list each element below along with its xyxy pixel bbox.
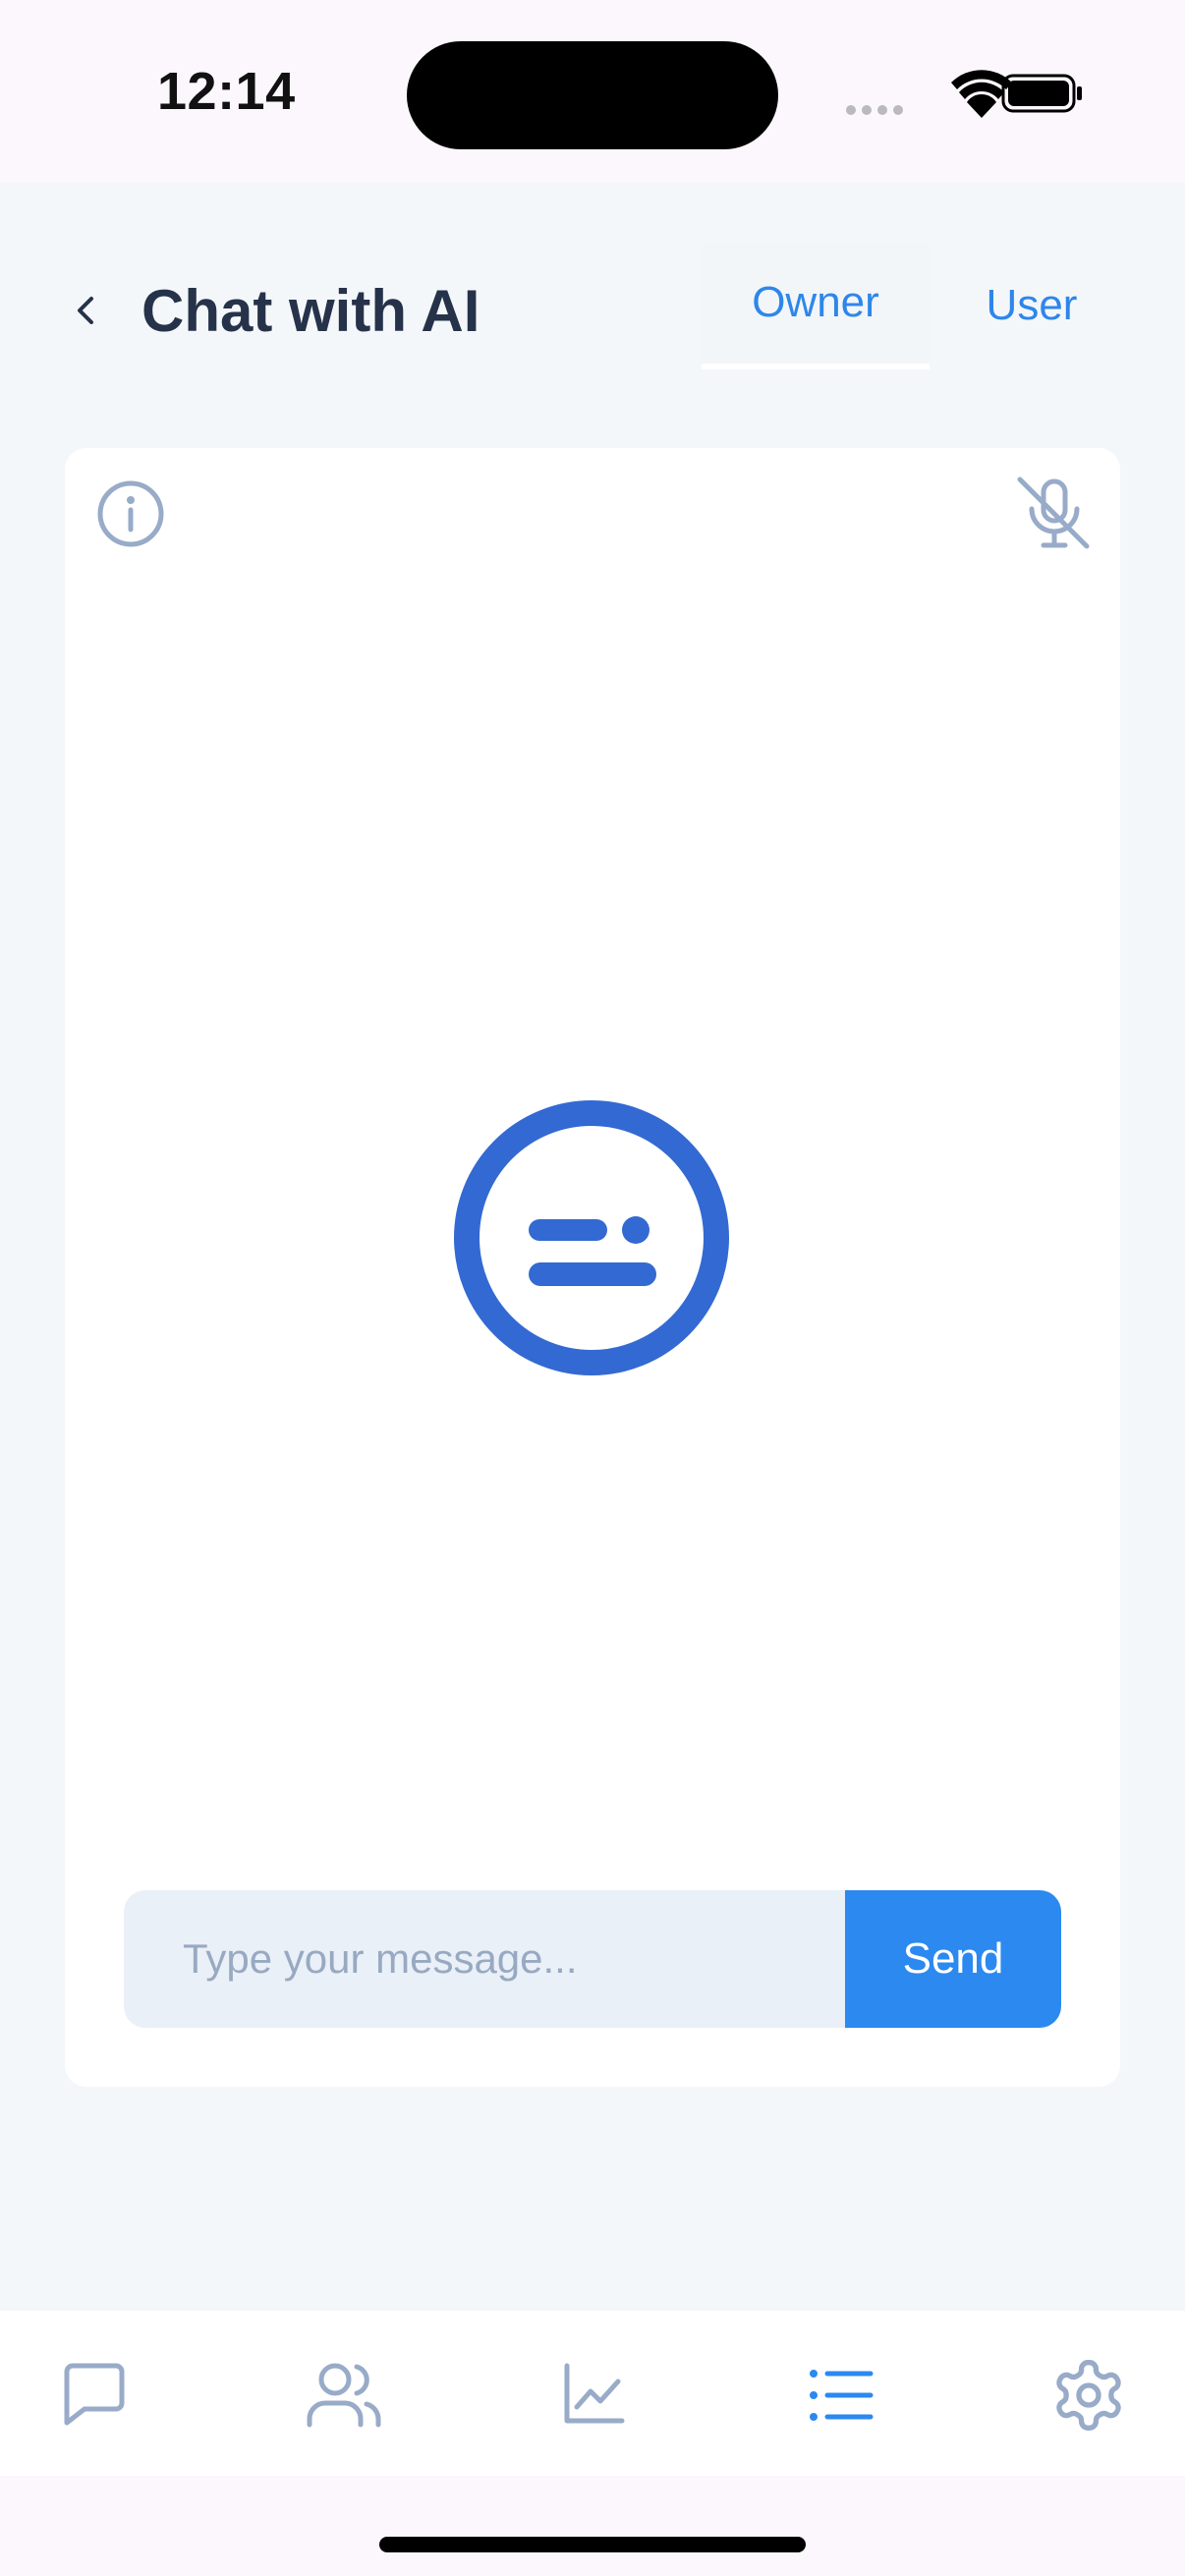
mic-toggle-button[interactable] — [1014, 474, 1095, 554]
nav-item-settings[interactable] — [1040, 2346, 1138, 2444]
cellular-icon — [846, 105, 903, 115]
status-icons — [845, 69, 1100, 118]
tab-owner[interactable]: Owner — [702, 242, 930, 369]
chat-panel: Send — [65, 448, 1120, 2087]
nav-item-users[interactable] — [295, 2346, 393, 2444]
status-time: 12:14 — [157, 62, 296, 121]
bottom-nav — [0, 2311, 1185, 2476]
chart-line-icon — [564, 2363, 625, 2424]
home-indicator[interactable] — [379, 2537, 806, 2552]
battery-icon — [1001, 74, 1082, 113]
home-indicator-area — [0, 2476, 1185, 2576]
send-button[interactable]: Send — [845, 1890, 1061, 2028]
message-composer: Send — [124, 1890, 1061, 2028]
info-button[interactable] — [94, 477, 167, 550]
chat-bubble-icon — [64, 2363, 125, 2426]
tab-user[interactable]: User — [930, 242, 1134, 369]
header: Chat with AI Owner User — [0, 183, 1185, 428]
status-bar: 12:14 — [0, 0, 1185, 183]
gear-icon — [1056, 2360, 1121, 2431]
back-button[interactable] — [57, 281, 116, 340]
role-tabs: Owner User — [702, 242, 1134, 369]
page-title: Chat with AI — [141, 278, 480, 344]
bot-face-icon — [454, 1100, 729, 1375]
mic-off-icon — [1017, 476, 1090, 549]
chevron-left-icon — [78, 297, 93, 324]
nav-item-list[interactable] — [792, 2346, 890, 2444]
list-icon — [810, 2370, 874, 2421]
nav-item-analytics[interactable] — [543, 2346, 642, 2444]
info-icon — [97, 480, 164, 547]
users-icon — [307, 2363, 381, 2428]
nav-item-chat[interactable] — [45, 2346, 143, 2444]
dynamic-island — [407, 41, 778, 149]
message-input[interactable] — [124, 1890, 845, 2028]
